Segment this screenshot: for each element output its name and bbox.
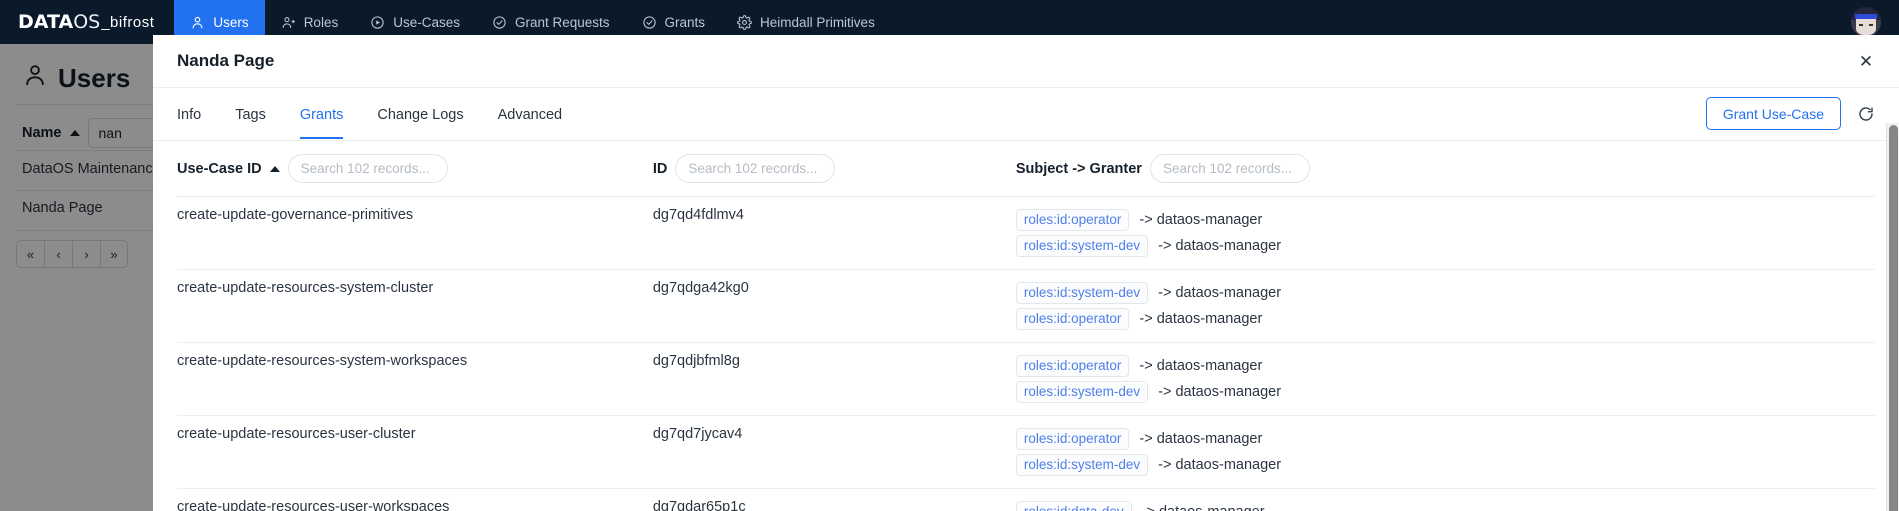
column-header-label: Use-Case ID bbox=[177, 160, 262, 177]
table-header-row: Use-Case ID ID Subject -> Grant bbox=[177, 141, 1875, 197]
cell-id: dg7qdjbfml8g bbox=[652, 342, 1016, 416]
search-input-id[interactable] bbox=[675, 154, 836, 183]
granter-label: -> dataos-manager bbox=[1158, 285, 1282, 301]
play-circle-icon bbox=[370, 15, 385, 30]
roles-icon bbox=[281, 15, 296, 30]
grants-table-body: create-update-governance-primitives dg7qd… bbox=[177, 196, 1875, 511]
app-logo[interactable]: DATA OS _bifrost bbox=[0, 0, 174, 44]
table-row[interactable]: create-update-governance-primitives dg7qd… bbox=[177, 196, 1875, 270]
close-icon[interactable]: ✕ bbox=[1855, 51, 1877, 73]
grant-entry: roles:id:operator -> dataos-manager bbox=[1015, 207, 1875, 233]
nav-item-label: Heimdall Primitives bbox=[760, 14, 875, 30]
scrollbar-thumb[interactable] bbox=[1889, 125, 1898, 511]
logo-suffix: _bifrost bbox=[101, 13, 155, 31]
nav-item-label: Roles bbox=[303, 14, 339, 30]
role-chip[interactable]: roles:id:operator bbox=[1015, 209, 1130, 231]
check-circle-icon bbox=[492, 15, 507, 30]
cell-use-case-id: create-update-resources-user-workspaces bbox=[177, 488, 653, 511]
logo-text-light: OS bbox=[73, 11, 101, 33]
cell-use-case-id: create-update-resources-system-workspace… bbox=[177, 342, 653, 416]
search-input-use-case-id[interactable] bbox=[287, 154, 448, 183]
nav-item-label: Use-Cases bbox=[393, 14, 460, 30]
cell-id: dg7qdga42kg0 bbox=[652, 269, 1016, 343]
cell-id: dg7qd7jycav4 bbox=[652, 415, 1016, 489]
column-header-label: ID bbox=[652, 160, 668, 177]
cell-subject-granter: roles:id:operator -> dataos-manager roles:… bbox=[1015, 196, 1875, 270]
grants-table-container: Use-Case ID ID Subject -> Grant bbox=[153, 141, 1899, 511]
sort-ascending-icon[interactable] bbox=[269, 165, 280, 172]
avatar-face bbox=[1856, 19, 1876, 35]
cell-subject-granter: roles:id:operator -> dataos-manager roles:… bbox=[1015, 415, 1875, 489]
table-row[interactable]: create-update-resources-user-workspaces d… bbox=[177, 488, 1875, 511]
cell-use-case-id: create-update-resources-system-cluster bbox=[177, 269, 653, 343]
grant-entry: roles:id:system-dev -> dataos-manager bbox=[1015, 233, 1875, 259]
check-circle-icon bbox=[642, 15, 657, 30]
granter-label: -> dataos-manager bbox=[1158, 384, 1282, 400]
logo-text-bold: DATA bbox=[18, 11, 74, 33]
role-chip[interactable]: roles:id:system-dev bbox=[1015, 454, 1149, 476]
role-chip[interactable]: roles:id:operator bbox=[1015, 428, 1130, 450]
tab-change-logs[interactable]: Change Logs bbox=[377, 91, 463, 138]
granter-label: -> dataos-manager bbox=[1139, 431, 1263, 447]
grant-entry: roles:id:data-dev -> dataos-manager bbox=[1015, 499, 1875, 511]
column-header-label: Subject -> Granter bbox=[1015, 160, 1142, 177]
column-id: ID bbox=[652, 141, 1016, 197]
cell-use-case-id: create-update-resources-user-cluster bbox=[177, 415, 653, 489]
modal-tabs: Info Tags Grants Change Logs Advanced Gr… bbox=[153, 88, 1899, 141]
modal-header: Nanda Page ✕ bbox=[153, 35, 1899, 88]
role-chip[interactable]: roles:id:data-dev bbox=[1015, 501, 1132, 511]
tab-advanced[interactable]: Advanced bbox=[498, 91, 563, 138]
avatar-eye-left bbox=[1859, 23, 1863, 27]
cell-id: dg7qdar65p1c bbox=[652, 488, 1016, 511]
table-row[interactable]: create-update-resources-user-cluster dg7q… bbox=[177, 415, 1875, 489]
cell-subject-granter: roles:id:system-dev -> dataos-manager role… bbox=[1015, 269, 1875, 343]
role-chip[interactable]: roles:id:operator bbox=[1015, 308, 1130, 330]
grants-table: Use-Case ID ID Subject -> Grant bbox=[177, 141, 1875, 511]
column-subject-granter: Subject -> Granter bbox=[1015, 141, 1875, 197]
table-row[interactable]: create-update-resources-system-cluster dg… bbox=[177, 269, 1875, 343]
grant-entry: roles:id:operator -> dataos-manager bbox=[1015, 426, 1875, 452]
tab-info[interactable]: Info bbox=[177, 91, 201, 138]
nav-item-label: Grants bbox=[664, 14, 706, 30]
tab-tags[interactable]: Tags bbox=[235, 91, 266, 138]
grant-entry: roles:id:operator -> dataos-manager bbox=[1015, 306, 1875, 332]
role-chip[interactable]: roles:id:operator bbox=[1015, 355, 1130, 377]
nav-item-label: Grant Requests bbox=[514, 14, 610, 30]
grant-entry: roles:id:system-dev -> dataos-manager bbox=[1015, 379, 1875, 405]
table-row[interactable]: create-update-resources-system-workspace… bbox=[177, 342, 1875, 416]
granter-label: -> dataos-manager bbox=[1142, 504, 1265, 511]
grants-table-head: Use-Case ID ID Subject -> Grant bbox=[177, 141, 1875, 197]
grant-entry: roles:id:operator -> dataos-manager bbox=[1015, 353, 1875, 379]
modal-title: Nanda Page bbox=[177, 51, 275, 70]
nanda-page-modal: Nanda Page ✕ Info Tags Grants Change Log… bbox=[153, 35, 1899, 511]
role-chip[interactable]: roles:id:system-dev bbox=[1015, 235, 1149, 257]
granter-label: -> dataos-manager bbox=[1158, 238, 1282, 254]
user-icon bbox=[190, 15, 205, 30]
cell-use-case-id: create-update-governance-primitives bbox=[177, 196, 653, 270]
avatar-eye-right bbox=[1869, 23, 1873, 27]
grant-use-case-button[interactable]: Grant Use-Case bbox=[1705, 97, 1841, 130]
role-chip[interactable]: roles:id:system-dev bbox=[1015, 282, 1149, 304]
avatar[interactable] bbox=[1851, 7, 1881, 37]
modal-actions: Grant Use-Case bbox=[1705, 97, 1877, 130]
granter-label: -> dataos-manager bbox=[1139, 311, 1263, 327]
refresh-icon[interactable] bbox=[1855, 103, 1877, 125]
gear-icon bbox=[737, 14, 752, 30]
cell-subject-granter: roles:id:data-dev -> dataos-managerroles:… bbox=[1015, 488, 1875, 511]
grant-entry: roles:id:system-dev -> dataos-manager bbox=[1015, 452, 1875, 478]
vertical-scrollbar[interactable] bbox=[1886, 123, 1899, 511]
search-input-subject-granter[interactable] bbox=[1149, 154, 1310, 183]
column-use-case-id: Use-Case ID bbox=[177, 141, 653, 197]
tab-grants[interactable]: Grants bbox=[299, 91, 343, 139]
nav-item-label: Users bbox=[213, 14, 249, 30]
granter-label: -> dataos-manager bbox=[1139, 212, 1263, 228]
granter-label: -> dataos-manager bbox=[1139, 358, 1263, 374]
grant-entry: roles:id:system-dev -> dataos-manager bbox=[1015, 280, 1875, 306]
cell-id: dg7qd4fdlmv4 bbox=[652, 196, 1016, 270]
cell-subject-granter: roles:id:operator -> dataos-manager roles:… bbox=[1015, 342, 1875, 416]
granter-label: -> dataos-manager bbox=[1158, 457, 1282, 473]
role-chip[interactable]: roles:id:system-dev bbox=[1015, 381, 1149, 403]
